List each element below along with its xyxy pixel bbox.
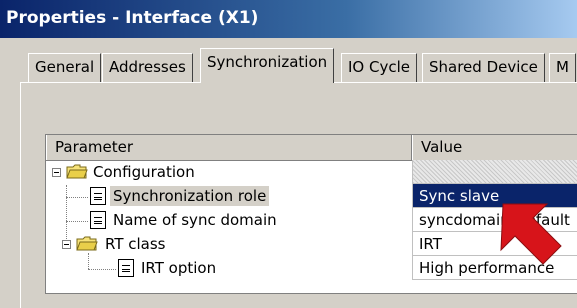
value-cell: [412, 160, 577, 184]
parameter-cell: Name of sync domain: [46, 208, 412, 232]
tab-synchronization[interactable]: Synchronization: [200, 48, 335, 83]
grid-header: Parameter Value: [46, 135, 577, 161]
document-icon: [118, 259, 134, 277]
document-icon: [90, 211, 106, 229]
tab-addresses[interactable]: Addresses: [102, 53, 193, 82]
tab-label: Shared Device: [429, 58, 538, 76]
parameter-label: Name of sync domain: [113, 211, 277, 229]
parameter-label: IRT option: [141, 259, 217, 277]
document-icon: [90, 187, 106, 205]
collapse-toggle-icon[interactable]: [62, 240, 71, 249]
column-header-parameter[interactable]: Parameter: [46, 135, 412, 160]
tab-label: Addresses: [109, 58, 186, 76]
tab-label: Synchronization: [207, 53, 328, 71]
window-title: Properties - Interface (X1): [6, 8, 259, 28]
tab-label: General: [35, 58, 95, 76]
parameter-cell: Configuration: [46, 160, 412, 184]
collapse-toggle-icon[interactable]: [52, 168, 61, 177]
tab-general[interactable]: General: [28, 53, 102, 82]
tree-row-configuration[interactable]: Configuration: [46, 160, 577, 184]
tab-label: M: [556, 58, 569, 76]
folder-icon: [76, 236, 98, 251]
parameter-label: Configuration: [93, 163, 195, 181]
window-titlebar: Properties - Interface (X1): [0, 0, 577, 38]
tab-strip: General Addresses Synchronization IO Cyc…: [0, 38, 577, 88]
tab-label: IO Cycle: [348, 58, 410, 76]
folder-icon: [66, 164, 88, 179]
parameter-label: RT class: [105, 235, 166, 253]
parameter-cell: IRT option: [46, 256, 412, 280]
parameter-label: Synchronization role: [110, 186, 270, 206]
tab-io-cycle[interactable]: IO Cycle: [341, 53, 417, 82]
tab-shared-device[interactable]: Shared Device: [422, 53, 545, 82]
parameter-cell: Synchronization role: [46, 184, 412, 208]
column-header-value[interactable]: Value: [412, 135, 577, 160]
parameter-cell: RT class: [46, 232, 412, 256]
red-arrow-annotation: [500, 203, 562, 265]
tab-more[interactable]: M: [549, 53, 576, 82]
